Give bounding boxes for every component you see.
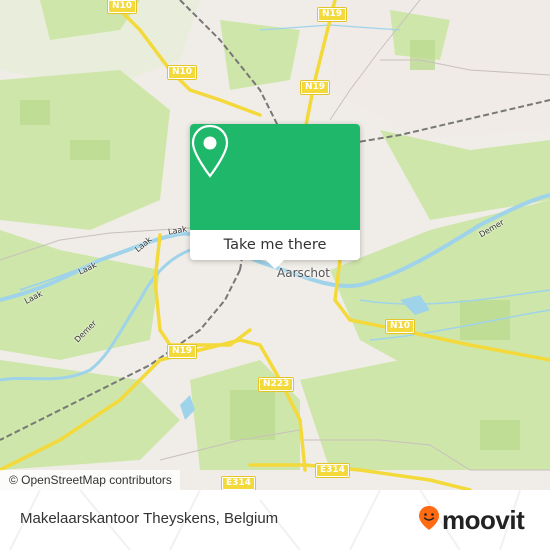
road-shield-n19: N19	[299, 80, 331, 95]
moovit-logo[interactable]: moovit	[418, 505, 525, 535]
popup-pointer	[266, 260, 284, 269]
road-shield-n10: N10	[166, 65, 198, 80]
road-shield-n19: N19	[316, 7, 348, 22]
road-shield-e314: E314	[315, 463, 350, 478]
road-shield-n223: N223	[257, 377, 295, 392]
location-popup: Take me there	[190, 124, 360, 269]
take-me-there-button[interactable]: Take me there	[190, 230, 360, 260]
city-label-aarschot: Aarschot	[277, 266, 330, 280]
moovit-wordmark: moovit	[442, 505, 525, 535]
place-name: Makelaarskantoor Theyskens, Belgium	[20, 510, 279, 527]
popup-header	[190, 124, 360, 230]
road-shield-e314: E314	[221, 476, 256, 490]
map-attribution[interactable]: © OpenStreetMap contributors	[0, 470, 180, 490]
map[interactable]: N10 N19 N10 N19 N10 N19 N223 E314 E314 L…	[0, 0, 550, 490]
road-shield-n10: N10	[106, 0, 138, 14]
moovit-smiley-icon	[418, 505, 440, 535]
road-shield-n19: N19	[166, 344, 198, 359]
road-shield-n10: N10	[384, 319, 416, 334]
